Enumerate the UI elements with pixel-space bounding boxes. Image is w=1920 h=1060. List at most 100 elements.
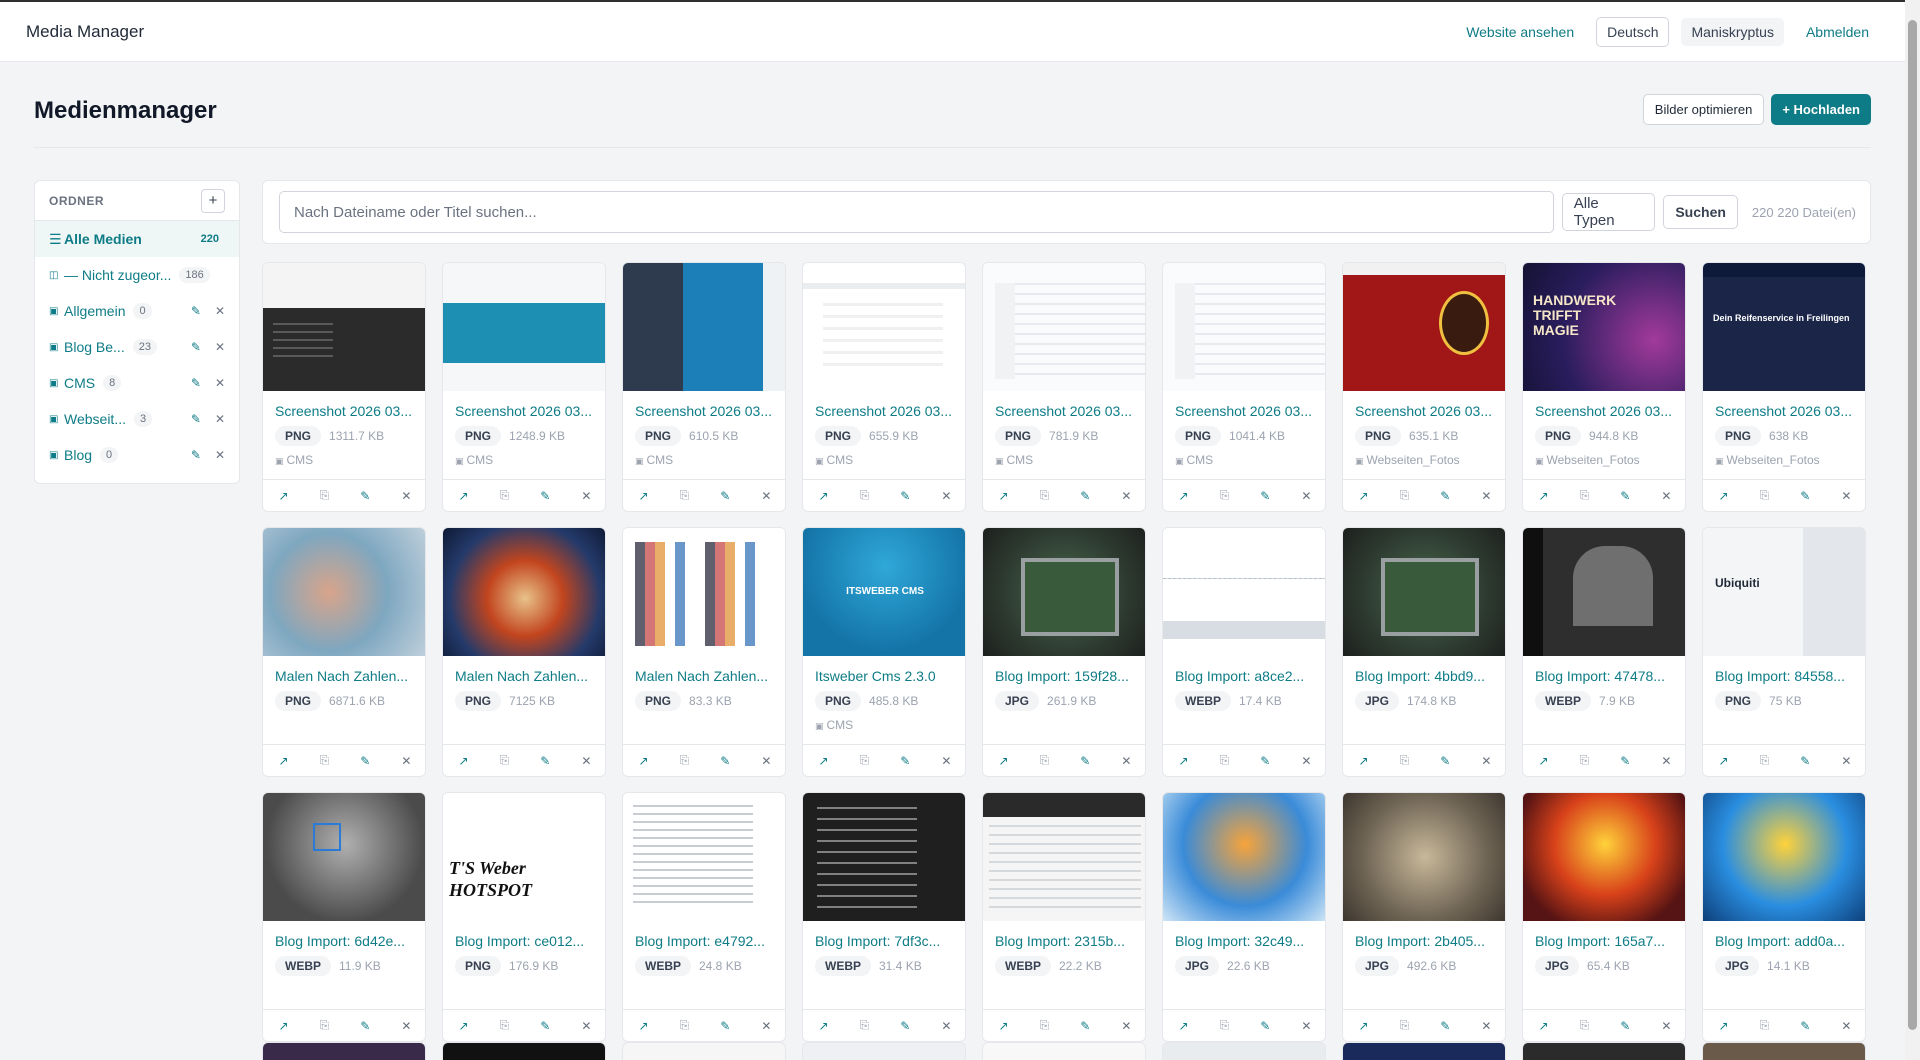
media-title[interactable]: Blog Import: e4792... (635, 933, 773, 949)
open-link-icon[interactable]: ↗ (1719, 754, 1729, 768)
sidebar-folder-item[interactable]: ▣ Blog Be... 23 ✎ ✕ (35, 329, 239, 365)
delete-folder-icon[interactable]: ✕ (215, 412, 225, 426)
copy-url-icon[interactable]: ⎘ (320, 753, 330, 768)
media-card[interactable]: Screenshot 2026 03... PNG 781.9 KB ▣ CMS ↗ ⎘ ✎ ✕ (982, 262, 1146, 512)
media-thumbnail[interactable] (1523, 793, 1685, 921)
delete-icon[interactable]: ✕ (1301, 754, 1311, 768)
delete-icon[interactable]: ✕ (1661, 1019, 1671, 1033)
edit-icon[interactable]: ✎ (360, 489, 370, 503)
delete-icon[interactable]: ✕ (1661, 754, 1671, 768)
media-title[interactable]: Blog Import: 7df3c... (815, 933, 953, 949)
media-card[interactable]: Screenshot 2026 03... PNG 638 KB ▣Webseiten… (1702, 262, 1866, 512)
sidebar-folder-item[interactable]: ◫ — Nicht zugeor... 186 (35, 257, 239, 293)
edit-folder-icon[interactable]: ✎ (191, 376, 201, 390)
sidebar-folder-item[interactable]: ▣ Blog 0 ✎ ✕ (35, 437, 239, 473)
media-title[interactable]: Screenshot 2026 03... (1355, 403, 1493, 419)
media-card[interactable]: Screenshot 2026 03... PNG 1311.7 KB ▣ CMS ↗ ⎘ ✎… (262, 262, 426, 512)
edit-icon[interactable]: ✎ (360, 1019, 370, 1033)
media-thumbnail[interactable] (983, 528, 1145, 656)
edit-icon[interactable]: ✎ (1440, 489, 1450, 503)
copy-url-icon[interactable]: ⎘ (320, 488, 330, 503)
media-title[interactable]: Blog Import: 84558... (1715, 668, 1853, 684)
media-title[interactable]: Screenshot 2026 03... (455, 403, 593, 419)
delete-icon[interactable]: ✕ (1841, 754, 1851, 768)
media-thumbnail[interactable] (1703, 793, 1865, 921)
edit-icon[interactable]: ✎ (1260, 1019, 1270, 1033)
copy-url-icon[interactable]: ⎘ (860, 1018, 870, 1033)
delete-icon[interactable]: ✕ (1481, 489, 1491, 503)
edit-icon[interactable]: ✎ (1620, 1019, 1630, 1033)
open-link-icon[interactable]: ↗ (1359, 754, 1369, 768)
media-card[interactable]: Blog Import: e4792... WEBP 24.8 KB ↗ ⎘ ✎ ✕ (622, 792, 786, 1042)
media-card[interactable]: Blog Import: add0a... JPG 14.1 KB ↗ ⎘ ✎ ✕ (1702, 792, 1866, 1042)
open-link-icon[interactable]: ↗ (999, 754, 1009, 768)
delete-icon[interactable]: ✕ (1841, 489, 1851, 503)
copy-url-icon[interactable]: ⎘ (1760, 1018, 1770, 1033)
open-link-icon[interactable]: ↗ (1179, 754, 1189, 768)
delete-icon[interactable]: ✕ (761, 754, 771, 768)
media-thumbnail[interactable] (623, 528, 785, 656)
copy-url-icon[interactable]: ⎘ (1220, 1018, 1230, 1033)
edit-icon[interactable]: ✎ (540, 489, 550, 503)
sidebar-folder-item[interactable]: ▣ Webseit... 3 ✎ ✕ (35, 401, 239, 437)
media-title[interactable]: Malen Nach Zahlen... (275, 668, 413, 684)
delete-folder-icon[interactable]: ✕ (215, 376, 225, 390)
open-link-icon[interactable]: ↗ (279, 754, 289, 768)
copy-url-icon[interactable]: ⎘ (680, 753, 690, 768)
media-thumbnail[interactable] (983, 263, 1145, 391)
open-link-icon[interactable]: ↗ (819, 1019, 829, 1033)
scrollbar-thumb[interactable] (1908, 20, 1917, 1030)
media-thumbnail[interactable] (1343, 263, 1505, 391)
edit-icon[interactable]: ✎ (900, 489, 910, 503)
app-brand[interactable]: Media Manager (26, 22, 144, 42)
logout-link[interactable]: Abmelden (1796, 18, 1879, 46)
media-card[interactable]: Blog Import: 47478... WEBP 7.9 KB ↗ ⎘ ✎ ✕ (1522, 527, 1686, 777)
sidebar-folder-item[interactable]: ☰ Alle Medien 220 (35, 221, 239, 257)
delete-icon[interactable]: ✕ (1481, 1019, 1491, 1033)
edit-icon[interactable]: ✎ (1260, 489, 1270, 503)
media-thumbnail[interactable] (1343, 793, 1505, 921)
media-card[interactable]: Malen Nach Zahlen... PNG 6871.6 KB ↗ ⎘ ✎ ✕ (262, 527, 426, 777)
delete-icon[interactable]: ✕ (941, 754, 951, 768)
media-thumbnail[interactable] (1523, 263, 1685, 391)
media-thumbnail[interactable] (1343, 528, 1505, 656)
media-title[interactable]: Blog Import: 47478... (1535, 668, 1673, 684)
media-card[interactable]: Blog Import: 84558... PNG 75 KB ↗ ⎘ ✎ ✕ (1702, 527, 1866, 777)
edit-icon[interactable]: ✎ (540, 754, 550, 768)
copy-url-icon[interactable]: ⎘ (320, 1018, 330, 1033)
media-title[interactable]: Blog Import: 6d42e... (275, 933, 413, 949)
delete-icon[interactable]: ✕ (1841, 1019, 1851, 1033)
open-link-icon[interactable]: ↗ (1719, 489, 1729, 503)
optimize-images-button[interactable]: Bilder optimieren (1642, 94, 1765, 125)
delete-folder-icon[interactable]: ✕ (215, 304, 225, 318)
open-link-icon[interactable]: ↗ (1179, 489, 1189, 503)
type-filter-select[interactable]: Alle Typen (1561, 193, 1656, 231)
delete-icon[interactable]: ✕ (1661, 489, 1671, 503)
search-input[interactable] (279, 191, 1554, 233)
media-title[interactable]: Screenshot 2026 03... (635, 403, 773, 419)
media-card[interactable]: Malen Nach Zahlen... PNG 7125 KB ↗ ⎘ ✎ ✕ (442, 527, 606, 777)
open-link-icon[interactable]: ↗ (639, 1019, 649, 1033)
media-card[interactable]: Blog Import: ce012... PNG 176.9 KB ↗ ⎘ ✎ ✕ (442, 792, 606, 1042)
media-title[interactable]: Blog Import: 165a7... (1535, 933, 1673, 949)
media-thumbnail[interactable] (1163, 793, 1325, 921)
delete-icon[interactable]: ✕ (1121, 489, 1131, 503)
sidebar-folder-item[interactable]: ▣ Allgemein 0 ✎ ✕ (35, 293, 239, 329)
copy-url-icon[interactable]: ⎘ (1040, 1018, 1050, 1033)
open-link-icon[interactable]: ↗ (1539, 489, 1549, 503)
open-link-icon[interactable]: ↗ (639, 489, 649, 503)
delete-icon[interactable]: ✕ (401, 1019, 411, 1033)
media-title[interactable]: Blog Import: a8ce2... (1175, 668, 1313, 684)
media-thumbnail[interactable] (1703, 528, 1865, 656)
media-card[interactable]: Screenshot 2026 03... PNG 655.9 KB ▣ CMS ↗ ⎘ ✎ ✕ (802, 262, 966, 512)
copy-url-icon[interactable]: ⎘ (500, 753, 510, 768)
upload-button[interactable]: + Hochladen (1771, 94, 1871, 125)
open-link-icon[interactable]: ↗ (999, 1019, 1009, 1033)
edit-icon[interactable]: ✎ (720, 489, 730, 503)
copy-url-icon[interactable]: ⎘ (1580, 1018, 1590, 1033)
media-card[interactable]: Blog Import: 159f28... JPG 261.9 KB ↗ ⎘ ✎ ✕ (982, 527, 1146, 777)
media-thumbnail[interactable] (263, 528, 425, 656)
edit-icon[interactable]: ✎ (1080, 754, 1090, 768)
edit-icon[interactable]: ✎ (900, 754, 910, 768)
copy-url-icon[interactable]: ⎘ (1040, 488, 1050, 503)
